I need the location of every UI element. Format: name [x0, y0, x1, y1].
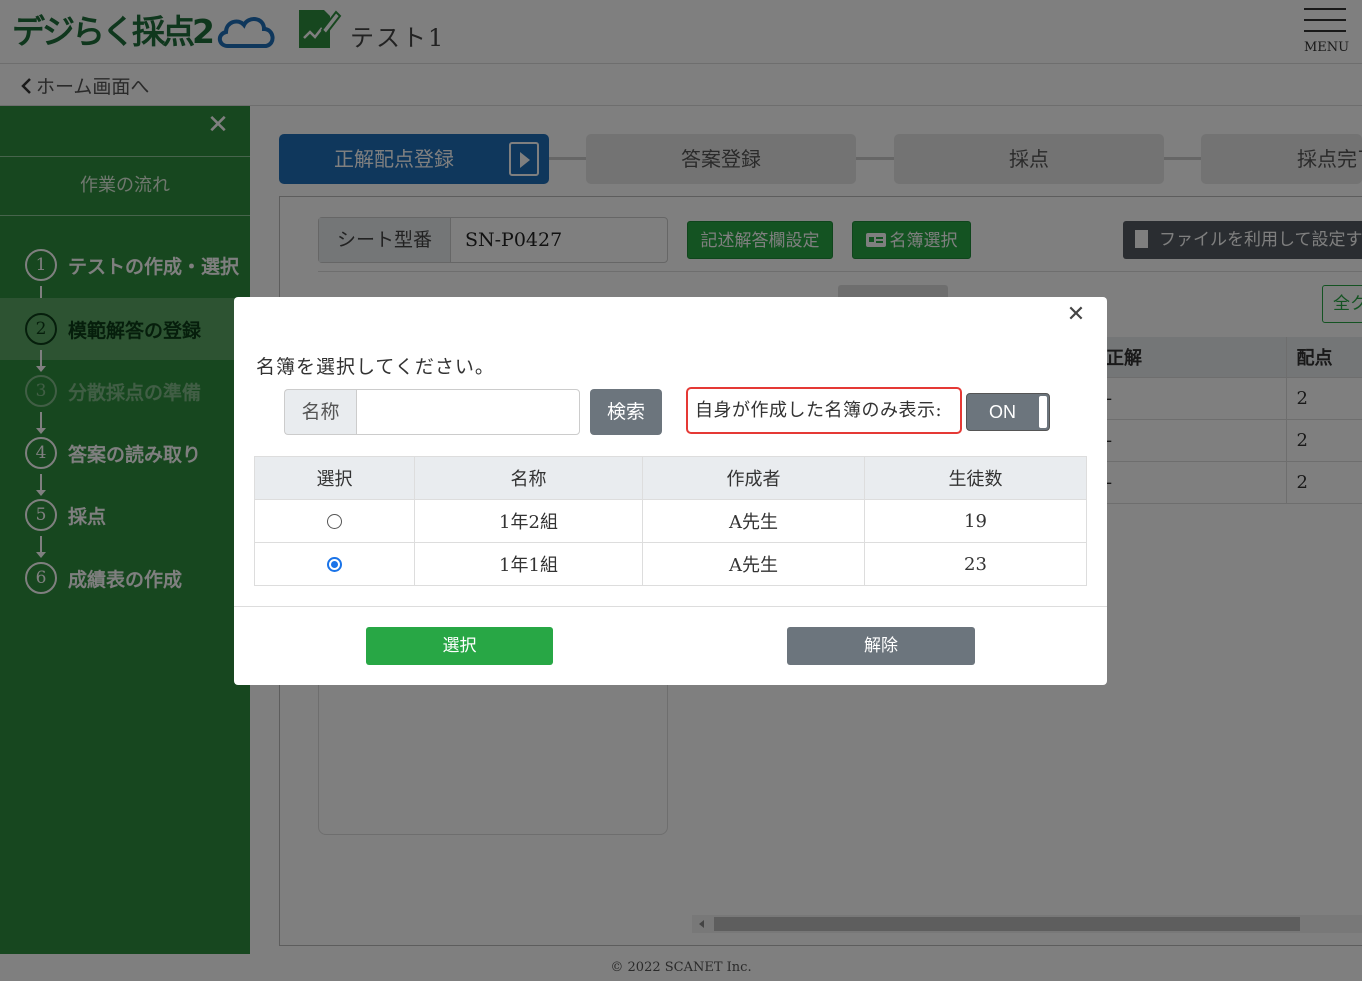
column-header: 名称: [414, 456, 643, 500]
roster-name-cell: 1年1組: [414, 542, 643, 586]
release-button[interactable]: 解除: [787, 627, 975, 665]
select-cell[interactable]: [254, 499, 415, 543]
search-button[interactable]: 検索: [590, 389, 662, 435]
toggle-knob: [1039, 396, 1047, 428]
own-rosters-only-toggle[interactable]: ON: [966, 393, 1050, 431]
table-row[interactable]: 1年2組 A先生 19: [254, 499, 1087, 543]
column-header: 作成者: [642, 456, 865, 500]
roster-select-dialog: ✕ 名簿を選択してください。 名称 検索 自身が作成した名簿のみ表示: ON 選…: [234, 297, 1107, 685]
roster-radio[interactable]: [327, 514, 342, 529]
roster-table: 選択 名称 作成者 生徒数 1年2組 A先生 19 1年1組 A先生 23: [254, 456, 1087, 586]
dialog-prompt: 名簿を選択してください。: [256, 356, 495, 378]
roster-radio[interactable]: [327, 557, 342, 572]
name-label: 名称: [284, 389, 356, 435]
select-button[interactable]: 選択: [366, 627, 553, 665]
close-icon[interactable]: ✕: [1064, 303, 1088, 327]
author-cell: A先生: [642, 499, 865, 543]
name-search-group: 名称: [284, 389, 580, 435]
author-cell: A先生: [642, 542, 865, 586]
roster-name-cell: 1年2組: [414, 499, 643, 543]
student-count-cell: 19: [864, 499, 1087, 543]
student-count-cell: 23: [864, 542, 1087, 586]
name-search-input[interactable]: [356, 389, 580, 435]
own-rosters-only-label: 自身が作成した名簿のみ表示:: [686, 387, 962, 434]
table-row[interactable]: 1年1組 A先生 23: [254, 542, 1087, 586]
column-header: 生徒数: [864, 456, 1087, 500]
select-cell[interactable]: [254, 542, 415, 586]
dialog-divider: [234, 606, 1107, 607]
toggle-label: ON: [989, 402, 1016, 422]
column-header: 選択: [254, 456, 415, 500]
